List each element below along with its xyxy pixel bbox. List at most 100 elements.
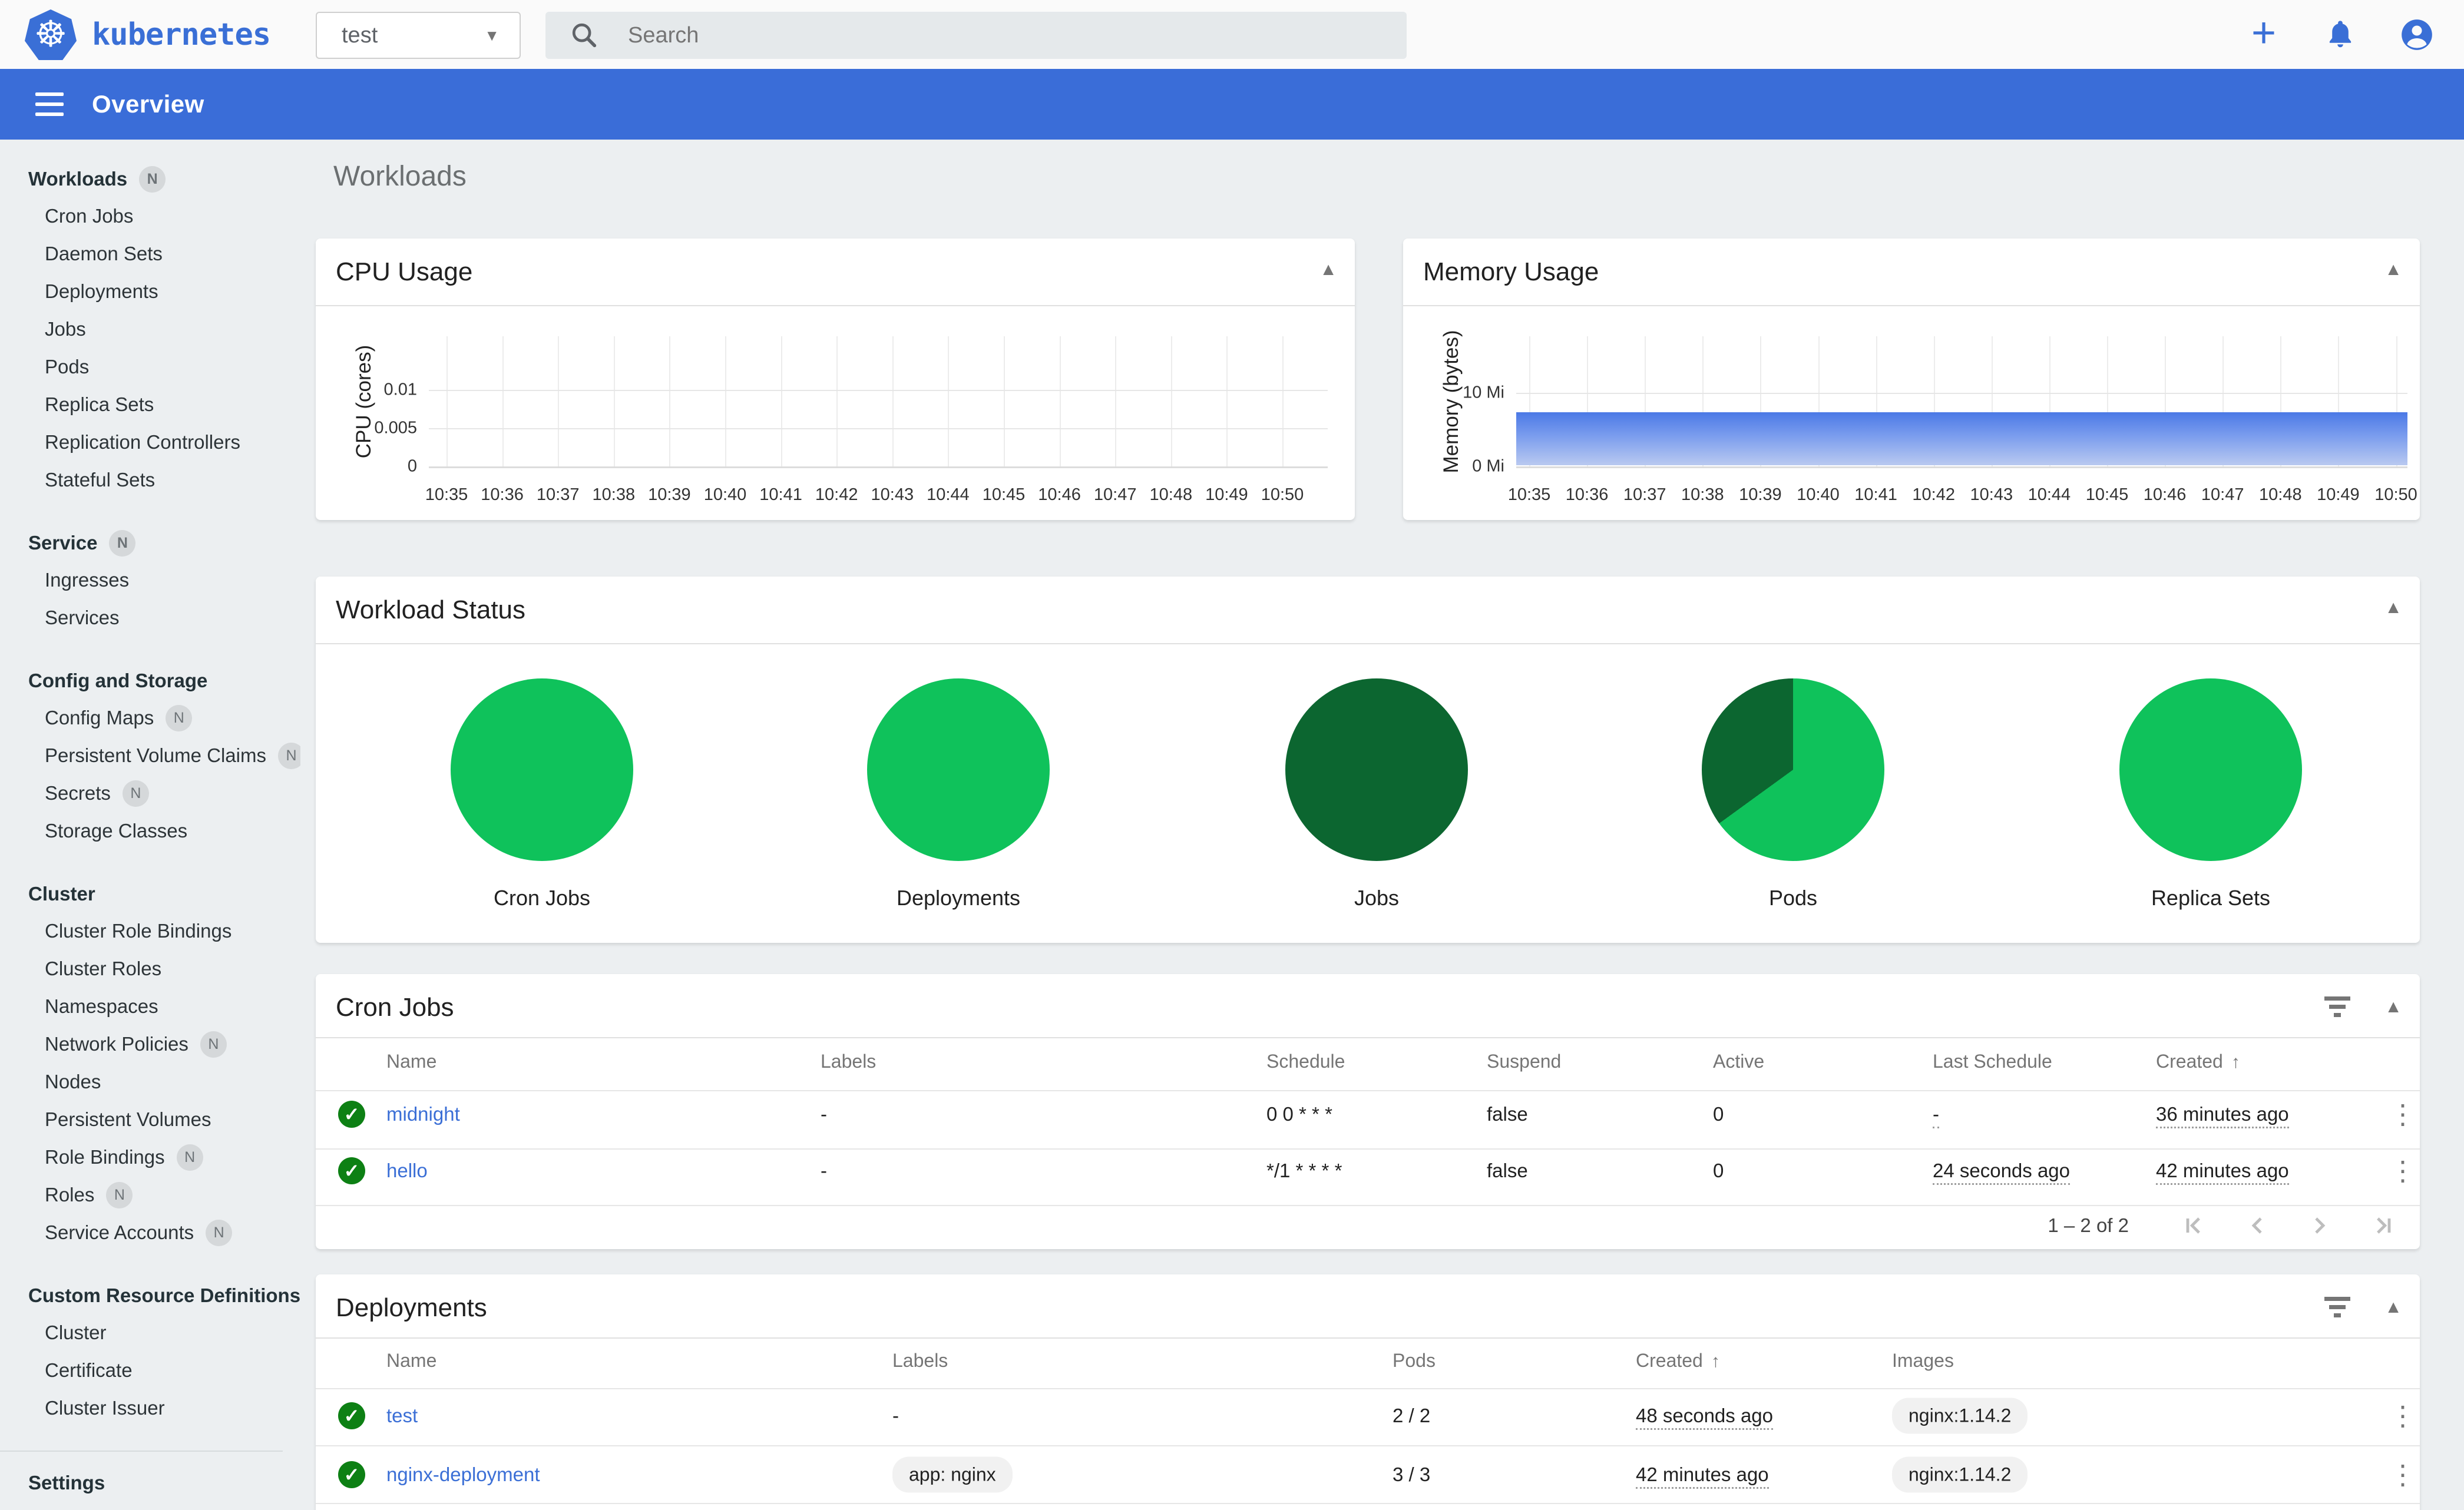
pagination-range: 1 – 2 of 2 [2048,1214,2129,1236]
collapse-icon[interactable]: ▲ [2384,598,2402,618]
sidebar-item-pods[interactable]: Pods [0,348,300,386]
row-menu-icon[interactable]: ⋮ [2389,1400,2416,1432]
account-button[interactable] [2393,11,2440,58]
cell-suspend: false [1487,1103,1528,1125]
x-axis-tick: 10:39 [648,485,691,504]
sidebar-item-secrets[interactable]: Secrets N [0,774,300,812]
sidebar-item-cluster-issuer[interactable]: Cluster Issuer [0,1389,300,1427]
chart-gridline [1516,466,2407,468]
collapse-icon[interactable]: ▲ [1319,260,1337,280]
sidebar-item-config-maps[interactable]: Config Maps N [0,699,300,737]
relative-time[interactable]: 42 minutes ago [2156,1160,2289,1185]
column-header-created[interactable]: Created ↑ [1636,1350,1720,1372]
chart-gridline [1282,336,1284,466]
sidebar-section-label: Cluster [28,883,95,905]
relative-time[interactable]: 36 minutes ago [2156,1103,2289,1128]
row-menu-icon[interactable]: ⋮ [2389,1098,2416,1130]
row-menu-icon[interactable]: ⋮ [2389,1459,2416,1491]
sidebar-item-cluster-roles[interactable]: Cluster Roles [0,950,300,988]
sidebar-item-cluster[interactable]: Cluster [0,1314,300,1352]
sidebar-item-replica-sets[interactable]: Replica Sets [0,386,300,423]
next-page-icon[interactable] [2306,1211,2334,1240]
search-input[interactable] [628,22,1335,48]
collapse-icon[interactable]: ▲ [2384,997,2402,1017]
column-header-name[interactable]: Name [386,1350,436,1372]
column-header-schedule[interactable]: Schedule [1266,1051,1345,1072]
namespace-select[interactable]: test ▼ [316,12,521,59]
workload-status-title: Workload Status [336,595,526,624]
cell-created: 42 minutes ago [2156,1160,2289,1185]
sidebar-item-settings[interactable]: Settings [0,1458,300,1508]
resource-link-test[interactable]: test [386,1405,418,1426]
sidebar-item-roles[interactable]: Roles N [0,1176,300,1214]
resource-link-hello[interactable]: hello [386,1160,428,1181]
sidebar-item-role-bindings[interactable]: Role Bindings N [0,1138,300,1176]
toolbar: Overview [0,69,2464,140]
sidebar-item-daemon-sets[interactable]: Daemon Sets [0,235,300,273]
collapse-icon[interactable]: ▲ [2384,260,2402,280]
x-axis-tick: 10:50 [1261,485,1304,504]
x-axis-tick: 10:47 [2201,485,2244,504]
sidebar-item-cluster-role-bindings[interactable]: Cluster Role Bindings [0,912,300,950]
sidebar-item-persistent-volume-claims[interactable]: Persistent Volume Claims N [0,737,300,774]
menu-icon[interactable] [31,85,68,123]
sidebar-item-replication-controllers[interactable]: Replication Controllers [0,423,300,461]
column-header-name[interactable]: Name [386,1051,436,1072]
sidebar-item-stateful-sets[interactable]: Stateful Sets [0,461,300,499]
app-header: ☸ kubernetes test ▼ + [0,0,2464,69]
collapse-icon[interactable]: ▲ [2384,1297,2402,1317]
y-axis-label: CPU (cores) [352,345,375,458]
deployments-card: Deployments ▲ Name Labels Pods Created ↑ Imag… [316,1274,2420,1510]
filter-icon[interactable] [2323,995,2351,1019]
resource-link-midnight[interactable]: midnight [386,1103,460,1125]
logo-wordmark: kubernetes [92,17,271,52]
cell-suspend: false [1487,1160,1528,1181]
resource-link-nginx-deployment[interactable]: nginx-deployment [386,1463,540,1485]
notifications-button[interactable] [2317,11,2364,58]
sidebar-item-cron-jobs[interactable]: Cron Jobs [0,197,300,235]
kubernetes-logo[interactable]: ☸ kubernetes [25,8,271,61]
x-axis-tick: 10:35 [425,485,468,504]
sidebar-item-network-policies[interactable]: Network Policies N [0,1025,300,1063]
search-bar[interactable] [545,12,1407,59]
last-page-icon[interactable] [2368,1211,2396,1240]
sidebar-item-certificate[interactable]: Certificate [0,1352,300,1389]
relative-time[interactable]: 24 seconds ago [1933,1160,2071,1185]
chart-gridline [1516,393,2407,395]
sidebar-item-label: Config Maps [45,707,154,728]
cell-schedule: 0 0 * * * [1266,1103,1332,1125]
filter-icon[interactable] [2323,1296,2351,1319]
sidebar-item-label: Daemon Sets [45,243,163,264]
first-page-icon[interactable] [2181,1211,2209,1240]
row-menu-icon[interactable]: ⋮ [2389,1155,2416,1187]
column-header-images[interactable]: Images [1892,1350,1954,1372]
relative-time[interactable]: - [1933,1103,1939,1128]
relative-time[interactable]: 48 seconds ago [1636,1405,1774,1430]
sidebar-item-persistent-volumes[interactable]: Persistent Volumes [0,1101,300,1138]
sidebar-item-deployments[interactable]: Deployments [0,273,300,310]
column-header-created[interactable]: Created ↑ [2156,1051,2240,1072]
sidebar-item-services[interactable]: Services [0,599,300,637]
column-header-labels[interactable]: Labels [892,1350,948,1372]
sidebar-item-storage-classes[interactable]: Storage Classes [0,812,300,850]
relative-time[interactable]: 42 minutes ago [1636,1463,1769,1489]
column-header-pods[interactable]: Pods [1393,1350,1436,1372]
create-resource-button[interactable]: + [2240,11,2287,58]
sidebar-item-service-accounts[interactable]: Service Accounts N [0,1214,300,1251]
column-header-last-schedule[interactable]: Last Schedule [1933,1051,2052,1072]
namespaced-badge: N [166,704,193,731]
x-axis-tick: 10:35 [1507,485,1551,504]
prev-page-icon[interactable] [2243,1211,2271,1240]
sidebar-item-nodes[interactable]: Nodes [0,1063,300,1101]
y-axis-tick: 0.005 [374,418,417,438]
sidebar-item-namespaces[interactable]: Namespaces [0,988,300,1025]
column-header-labels[interactable]: Labels [821,1051,876,1072]
sidebar-item-ingresses[interactable]: Ingresses [0,561,300,599]
sidebar-item-label: Cluster Roles [45,958,162,979]
sidebar-item-jobs[interactable]: Jobs [0,310,300,348]
column-header-active[interactable]: Active [1713,1051,1764,1072]
sidebar-item-label: Replication Controllers [45,431,240,453]
column-header-suspend[interactable]: Suspend [1487,1051,1561,1072]
sidebar-section-label: Service [28,532,98,554]
y-axis-tick: 0 [407,456,417,476]
